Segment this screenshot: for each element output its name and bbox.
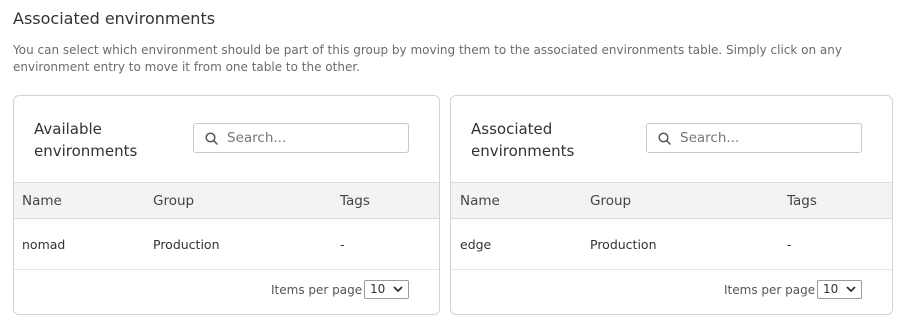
panel-title: Available environments [34, 120, 138, 160]
column-header-tags[interactable]: Tags [787, 193, 817, 209]
available-search-box[interactable] [193, 123, 409, 153]
table-header: Name Group Tags [451, 182, 892, 219]
associated-search-input[interactable] [680, 130, 850, 146]
column-header-group[interactable]: Group [153, 193, 194, 209]
column-header-name[interactable]: Name [22, 193, 62, 209]
section-description: You can select which environment should … [13, 43, 842, 74]
items-per-page-value: 10 [370, 282, 386, 296]
associated-environments-panel: Associated environments Name Group Tags … [450, 95, 893, 315]
items-per-page-select[interactable]: 10 [817, 280, 862, 299]
table-header: Name Group Tags [14, 182, 439, 219]
items-per-page-value: 10 [823, 282, 839, 296]
cell-tags: - [340, 237, 345, 252]
column-header-tags[interactable]: Tags [340, 193, 370, 209]
items-per-page-label: Items per page [271, 283, 363, 297]
available-search-input[interactable] [227, 130, 397, 146]
table-row[interactable]: nomad Production - [14, 219, 439, 270]
cell-group: Production [153, 237, 220, 252]
chevron-down-icon [393, 286, 403, 293]
cell-group: Production [590, 237, 657, 252]
items-per-page-select[interactable]: 10 [364, 280, 409, 299]
column-header-group[interactable]: Group [590, 193, 631, 209]
cell-name: edge [460, 237, 492, 252]
chevron-down-icon [846, 286, 856, 293]
search-icon [658, 131, 671, 145]
items-per-page-label: Items per page [724, 283, 816, 297]
column-header-name[interactable]: Name [460, 193, 500, 209]
cell-name: nomad [22, 237, 66, 252]
table-row[interactable]: edge Production - [451, 219, 892, 270]
panel-title: Associated environments [471, 120, 575, 160]
search-icon [205, 131, 218, 145]
available-environments-panel: Available environments Name Group Tags n… [13, 95, 440, 315]
section-title: Associated environments [13, 9, 216, 28]
associated-search-box[interactable] [646, 123, 862, 153]
cell-tags: - [787, 237, 792, 252]
